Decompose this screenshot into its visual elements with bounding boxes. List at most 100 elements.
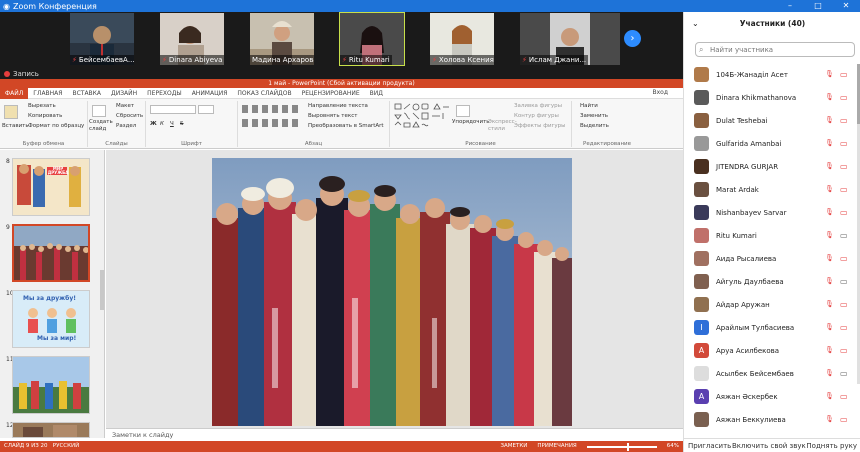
participant-row[interactable]: I Арайлым Тулбасиева 🎙 ▭ — [684, 317, 856, 339]
shape-effects-button[interactable]: Эффекты фигуры — [514, 123, 566, 129]
video-tile[interactable]: ⚡ Холова Ксения — [430, 13, 494, 65]
arrange-button[interactable]: Упорядочить — [452, 119, 490, 125]
video-tile[interactable]: ⚡ Ислам Джани... — [520, 13, 620, 65]
video-off-icon[interactable]: ▭ — [840, 184, 850, 195]
current-slide[interactable] — [212, 158, 572, 426]
comments-toggle[interactable]: ПРИМЕЧАНИЯ — [537, 441, 576, 452]
mic-muted-icon[interactable]: 🎙 — [825, 299, 835, 310]
mic-muted-icon[interactable]: 🎙 — [825, 92, 835, 103]
mic-muted-icon[interactable]: 🎙 — [825, 69, 835, 80]
video-off-icon[interactable]: ▭ — [840, 391, 850, 402]
sign-in-link[interactable]: Вход — [648, 89, 674, 96]
smartart-button[interactable]: Преобразовать в SmartArt — [308, 123, 384, 129]
mic-muted-icon[interactable]: 🎙 — [825, 161, 835, 172]
recording-indicator[interactable]: Запись — [0, 69, 683, 79]
align-text-button[interactable]: Выровнять текст — [308, 113, 357, 119]
underline-button[interactable]: Ч — [170, 121, 174, 127]
mic-muted-icon[interactable]: 🎙 — [825, 207, 835, 218]
slide-thumbnail[interactable]: МИР ДРУЖБА — [12, 158, 90, 216]
participant-row[interactable]: Аяжан Беккулиева 🎙 ▭ — [684, 409, 856, 431]
raise-hand-button[interactable]: Поднять руку — [806, 442, 857, 450]
section-button[interactable]: Раздел — [116, 123, 136, 129]
zoom-thumb[interactable] — [626, 442, 629, 451]
video-off-icon[interactable]: ▭ — [840, 69, 850, 80]
thumbnails-scrollbar[interactable] — [100, 270, 104, 310]
mic-muted-icon[interactable]: 🎙 — [825, 276, 835, 287]
slide-thumbnail[interactable] — [12, 422, 90, 438]
video-tile[interactable]: ⚡ Dinara Abiyeva — [160, 13, 224, 65]
participant-row[interactable]: 104Б-Жанаділ Асет 🎙 ▭ — [684, 64, 856, 86]
list-buttons[interactable] — [242, 105, 298, 113]
select-button[interactable]: Выделить — [580, 123, 609, 129]
maximize-button[interactable]: □ — [804, 0, 832, 12]
tab-view[interactable]: ВИД — [365, 90, 388, 97]
video-tile[interactable]: Мадина Архарова — [250, 13, 314, 65]
font-size-select[interactable] — [198, 105, 214, 114]
shape-fill-button[interactable]: Заливка фигуры — [514, 103, 562, 109]
video-off-icon[interactable]: ▭ — [840, 92, 850, 103]
shape-outline-button[interactable]: Контур фигуры — [514, 113, 559, 119]
mic-muted-icon[interactable]: 🎙 — [825, 391, 835, 402]
text-direction-button[interactable]: Направление текста — [308, 103, 368, 109]
tab-transitions[interactable]: ПЕРЕХОДЫ — [142, 90, 187, 97]
mic-muted-icon[interactable]: 🎙 — [825, 230, 835, 241]
slide-thumbnail-selected[interactable] — [12, 224, 90, 282]
participant-row[interactable]: Gulfarida Amanbai 🎙 ▭ — [684, 133, 856, 155]
mic-muted-icon[interactable]: 🎙 — [825, 138, 835, 149]
minimize-button[interactable]: – — [776, 0, 804, 12]
find-button[interactable]: Найти — [580, 103, 598, 109]
video-off-icon[interactable]: ▭ — [840, 138, 850, 149]
video-off-icon[interactable]: ▭ — [840, 207, 850, 218]
participant-row[interactable]: Айдар Аружан 🎙 ▭ — [684, 294, 856, 316]
tab-insert[interactable]: ВСТАВКА — [67, 90, 106, 97]
video-on-icon[interactable]: ▭ — [840, 368, 850, 379]
notes-pane[interactable]: Заметки к слайду — [106, 428, 683, 440]
mic-muted-icon[interactable]: 🎙 — [825, 345, 835, 356]
strikethrough-button[interactable]: S — [180, 121, 184, 127]
layout-button[interactable]: Макет — [116, 103, 134, 109]
mic-muted-icon[interactable]: 🎙 — [825, 322, 835, 333]
notes-toggle[interactable]: ЗАМЕТКИ — [500, 441, 527, 452]
align-buttons[interactable] — [242, 119, 298, 127]
cut-button[interactable]: Вырезать — [28, 103, 56, 109]
unmute-button[interactable]: Включить свой звук — [732, 442, 806, 450]
mic-muted-icon[interactable]: 🎙 — [825, 253, 835, 264]
chevron-down-icon[interactable]: ⌄ — [692, 12, 699, 36]
replace-button[interactable]: Заменить — [580, 113, 608, 119]
mic-muted-icon[interactable]: 🎙 — [825, 368, 835, 379]
participant-row[interactable]: Dulat Teshebai 🎙 ▭ — [684, 110, 856, 132]
video-tile-speaking[interactable]: ⚡ Ritu Kumari — [339, 12, 405, 66]
participant-row[interactable]: Ritu Kumari 🎙 ▭ — [684, 225, 856, 247]
tab-file[interactable]: ФАЙЛ — [0, 87, 29, 99]
video-tile[interactable]: ⚡ БейсембаевА... — [70, 13, 134, 65]
mic-muted-icon[interactable]: 🎙 — [825, 115, 835, 126]
participant-row[interactable]: Айгуль Даулбаева 🎙 ▭ — [684, 271, 856, 293]
tab-review[interactable]: РЕЦЕНЗИРОВАНИЕ — [297, 90, 365, 97]
tab-design[interactable]: ДИЗАЙН — [106, 90, 142, 97]
format-painter-button[interactable]: Формат по образцу — [28, 123, 84, 129]
participant-row[interactable]: A Аруа Асилбекова 🎙 ▭ — [684, 340, 856, 362]
font-name-select[interactable] — [150, 105, 196, 114]
video-off-icon[interactable]: ▭ — [840, 253, 850, 264]
participant-search-input[interactable] — [695, 42, 855, 57]
video-on-icon[interactable]: ▭ — [840, 276, 850, 287]
video-off-icon[interactable]: ▭ — [840, 161, 850, 172]
video-off-icon[interactable]: ▭ — [840, 414, 850, 425]
participant-row[interactable]: Асылбек Бейсембаев 🎙 ▭ — [684, 363, 856, 385]
zoom-level[interactable]: 64% — [667, 441, 679, 452]
close-button[interactable]: ✕ — [832, 0, 860, 12]
video-off-icon[interactable]: ▭ — [840, 299, 850, 310]
reset-button[interactable]: Сбросить — [116, 113, 143, 119]
video-off-icon[interactable]: ▭ — [840, 322, 850, 333]
video-off-icon[interactable]: ▭ — [840, 115, 850, 126]
tab-slideshow[interactable]: ПОКАЗ СЛАЙДОВ — [232, 90, 296, 97]
participant-row[interactable]: Dinara Khikmathanova 🎙 ▭ — [684, 87, 856, 109]
new-slide-button[interactable]: Создать слайд — [89, 119, 113, 133]
next-videos-button[interactable]: › — [624, 30, 641, 47]
quick-styles-button[interactable]: Экспресс-стили — [488, 119, 517, 133]
paste-button[interactable]: Вставить — [2, 123, 29, 129]
invite-button[interactable]: Пригласить — [688, 442, 731, 450]
tab-animations[interactable]: АНИМАЦИЯ — [187, 90, 233, 97]
participant-row[interactable]: Nishanbayev Sarvar 🎙 ▭ — [684, 202, 856, 224]
mic-muted-icon[interactable]: 🎙 — [825, 184, 835, 195]
